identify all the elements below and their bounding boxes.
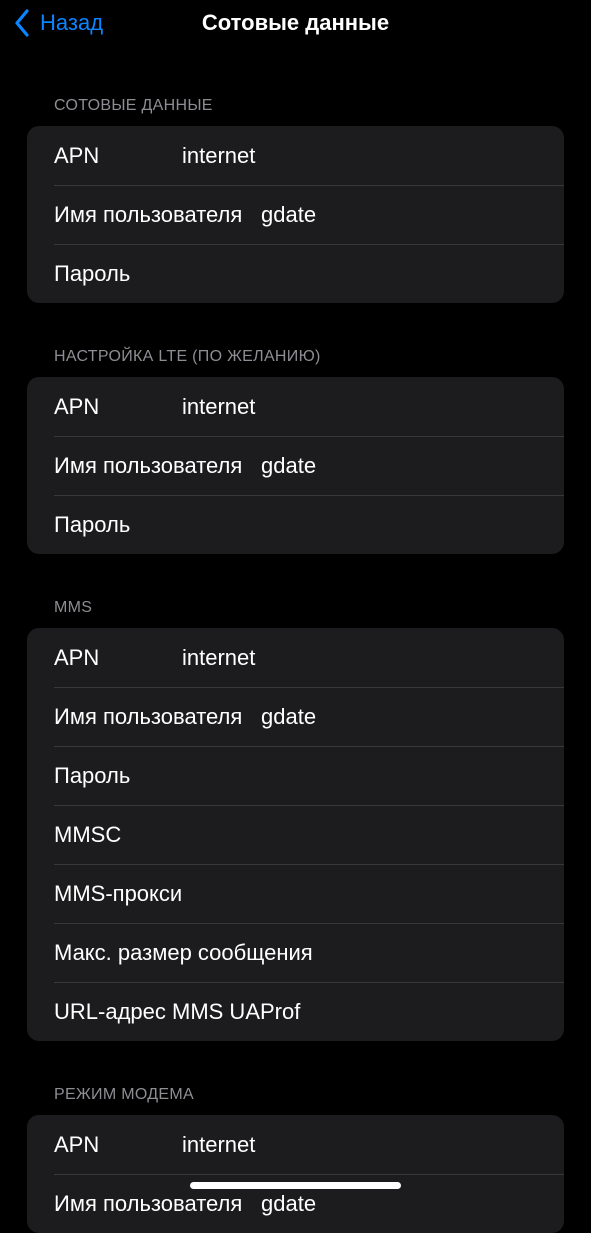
group-mms: APN internet Имя пользователя gdate Паро… [27, 628, 564, 1041]
row-username[interactable]: Имя пользователя gdate [27, 185, 564, 244]
row-label: Пароль [54, 512, 131, 537]
username-field[interactable]: gdate [261, 185, 316, 244]
row-password[interactable]: Пароль [27, 746, 564, 805]
row-apn[interactable]: APN internet [27, 1115, 564, 1174]
row-mms-proxy[interactable]: MMS-прокси [27, 864, 564, 923]
group-lte-setup: APN internet Имя пользователя gdate Паро… [27, 377, 564, 554]
row-label: APN [54, 645, 100, 670]
row-apn[interactable]: APN internet [27, 377, 564, 436]
row-label: URL-адрес MMS UAProf [54, 999, 301, 1024]
apn-field[interactable]: internet [182, 126, 255, 185]
section-header-mms: MMS [54, 599, 93, 616]
row-username[interactable]: Имя пользователя gdate [27, 687, 564, 746]
row-label: Пароль [54, 763, 131, 788]
username-field[interactable]: gdate [261, 687, 316, 746]
group-modem-mode: APN internet Имя пользователя gdate [27, 1115, 564, 1233]
row-apn[interactable]: APN internet [27, 628, 564, 687]
row-mms-uaprof-url[interactable]: URL-адрес MMS UAProf [27, 982, 564, 1041]
apn-field[interactable]: internet [182, 377, 255, 436]
section-header-lte: НАСТРОЙКА LTE (ПО ЖЕЛАНИЮ) [54, 348, 321, 365]
row-username[interactable]: Имя пользователя gdate [27, 436, 564, 495]
home-indicator[interactable] [190, 1182, 401, 1189]
row-password[interactable]: Пароль [27, 495, 564, 554]
page-title: Сотовые данные [201, 10, 390, 35]
row-label: Имя пользователя [54, 453, 243, 478]
settings-list: СОТОВЫЕ ДАННЫЕ APN internet Имя пользова… [0, 48, 591, 1233]
row-label: APN [54, 143, 100, 168]
row-password[interactable]: Пароль [27, 244, 564, 303]
group-cellular-data: APN internet Имя пользователя gdate Паро… [27, 126, 564, 303]
row-apn[interactable]: APN internet [27, 126, 564, 185]
row-mmsc[interactable]: MMSC [27, 805, 564, 864]
username-field[interactable]: gdate [261, 436, 316, 495]
row-label: APN [54, 1132, 100, 1157]
section-header-cellular-data: СОТОВЫЕ ДАННЫЕ [54, 97, 213, 114]
row-label: Макс. размер сообщения [54, 940, 313, 965]
apn-field[interactable]: internet [182, 628, 255, 687]
row-label: Имя пользователя [54, 704, 243, 729]
row-label: APN [54, 394, 100, 419]
navigation-bar: Назад Сотовые данные [0, 0, 591, 48]
apn-field[interactable]: internet [182, 1115, 255, 1174]
row-label: MMS-прокси [54, 881, 183, 906]
row-label: Пароль [54, 261, 131, 286]
row-label: Имя пользователя [54, 202, 243, 227]
row-max-message-size[interactable]: Макс. размер сообщения [27, 923, 564, 982]
section-header-modem-mode: РЕЖИМ МОДЕМА [54, 1086, 194, 1103]
row-label: MMSC [54, 822, 122, 847]
